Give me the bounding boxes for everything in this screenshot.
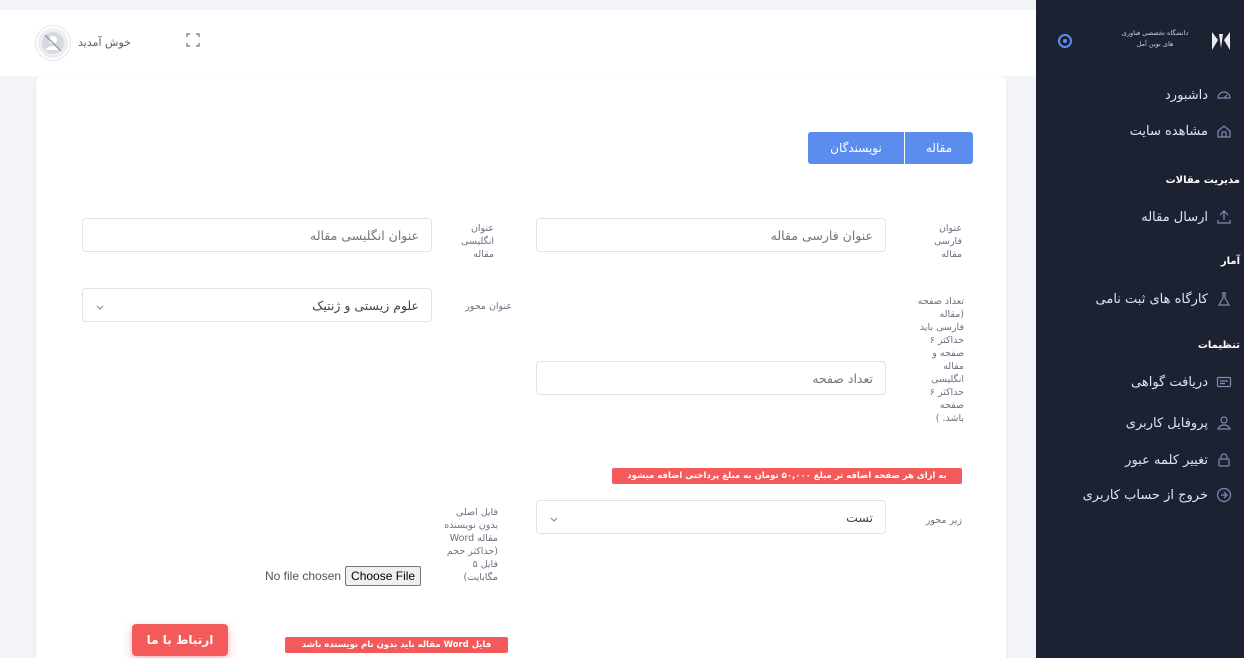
- topbar: خوش آمدید: [0, 10, 1036, 76]
- sidebar-item-label: تغییر کلمه عبور: [1125, 452, 1208, 468]
- sidebar-item-label: خروج از حساب کاربری: [1082, 487, 1208, 503]
- logout-icon: [1216, 487, 1232, 503]
- chevron-down-icon: [95, 300, 105, 310]
- axis-select-value: علوم زیستی و ژنتیک: [312, 297, 419, 313]
- sidebar: دانشگاه تخصصی فناوری های نوین آمل داشبور…: [1036, 0, 1244, 658]
- file-input[interactable]: No file chosen Choose File: [265, 566, 422, 586]
- page-count-label: تعداد صفحه (مقاله فارسی باید حداکثر ۶ صف…: [917, 296, 964, 424]
- university-logo-icon: [1210, 30, 1232, 52]
- brand-line-2: های نوین آمل: [1136, 40, 1174, 48]
- sidebar-item-workshops[interactable]: کارگاه های ثبت نامی: [1036, 286, 1244, 312]
- brand-line-1: دانشگاه تخصصی فناوری: [1121, 29, 1189, 37]
- subaxis-select[interactable]: تست: [536, 500, 886, 534]
- sidebar-item-logout[interactable]: خروج از حساب کاربری: [1036, 482, 1244, 508]
- subaxis-label: زیر محور: [925, 515, 962, 526]
- dashboard-icon: [1216, 87, 1232, 103]
- section-article-management: مدیریت مقالات: [1165, 175, 1240, 186]
- subaxis-select-value: تست: [846, 509, 873, 525]
- sidebar-item-submit-article[interactable]: ارسال مقاله: [1036, 204, 1244, 230]
- file-label: فایل اصلی بدون نویسنده مقاله Word (حداکث…: [444, 507, 498, 583]
- sidebar-item-view-site[interactable]: مشاهده سایت: [1036, 118, 1244, 144]
- brand-text: دانشگاه تخصصی فناوری های نوین آمل: [1116, 28, 1194, 50]
- page-count-input[interactable]: [536, 361, 886, 395]
- upload-icon: [1216, 209, 1232, 225]
- english-title-label: عنوان انگلیسی مقاله: [461, 223, 494, 260]
- sidebar-item-label: پروفایل کاربری: [1125, 415, 1208, 431]
- choose-file-button[interactable]: Choose File: [345, 566, 422, 586]
- user-avatar-icon[interactable]: [36, 26, 70, 60]
- fullscreen-icon[interactable]: [186, 32, 200, 47]
- chevron-down-icon: [549, 512, 559, 522]
- axis-label: عنوان محور: [465, 301, 512, 312]
- sidebar-item-profile[interactable]: پروفایل کاربری: [1036, 410, 1244, 436]
- tab-authors[interactable]: نویسندگان: [808, 132, 904, 164]
- tab-article[interactable]: مقاله: [905, 132, 973, 164]
- section-stats: آمار: [1220, 256, 1240, 267]
- sidebar-item-change-password[interactable]: تغییر کلمه عبور: [1036, 447, 1244, 473]
- user-icon: [1216, 415, 1232, 431]
- contact-us-button[interactable]: ارتباط با ما: [132, 624, 228, 656]
- persian-title-input[interactable]: [536, 218, 886, 252]
- file-alert: فایل Word مقاله باید بدون نام نویسنده با…: [285, 637, 508, 653]
- home-icon: [1216, 123, 1232, 139]
- flask-icon: [1216, 291, 1232, 307]
- welcome-text: خوش آمدید: [78, 36, 131, 49]
- file-status: No file chosen: [265, 569, 342, 583]
- axis-select[interactable]: علوم زیستی و ژنتیک: [82, 288, 432, 322]
- sidebar-item-certificate[interactable]: دریافت گواهی: [1036, 369, 1244, 395]
- sidebar-toggle-icon[interactable]: [1058, 34, 1072, 48]
- certificate-icon: [1216, 374, 1232, 390]
- page-count-alert: به ازای هر صفحه اضافه تر مبلغ ۵۰,۰۰۰ توم…: [612, 468, 962, 484]
- sidebar-item-label: مشاهده سایت: [1129, 123, 1208, 139]
- form-tabs: مقاله نویسندگان: [808, 132, 973, 164]
- persian-title-label: عنوان فارسی مقاله: [934, 223, 962, 260]
- sidebar-item-label: دریافت گواهی: [1131, 374, 1208, 390]
- sidebar-item-label: کارگاه های ثبت نامی: [1095, 291, 1208, 307]
- sidebar-item-label: ارسال مقاله: [1141, 209, 1208, 225]
- sidebar-item-label: داشبورد: [1165, 87, 1208, 103]
- english-title-input[interactable]: [82, 218, 432, 252]
- brand: دانشگاه تخصصی فناوری های نوین آمل: [1036, 26, 1244, 66]
- lock-icon: [1216, 452, 1232, 468]
- section-settings: تنظیمات: [1197, 340, 1240, 351]
- sidebar-item-dashboard[interactable]: داشبورد: [1036, 82, 1244, 108]
